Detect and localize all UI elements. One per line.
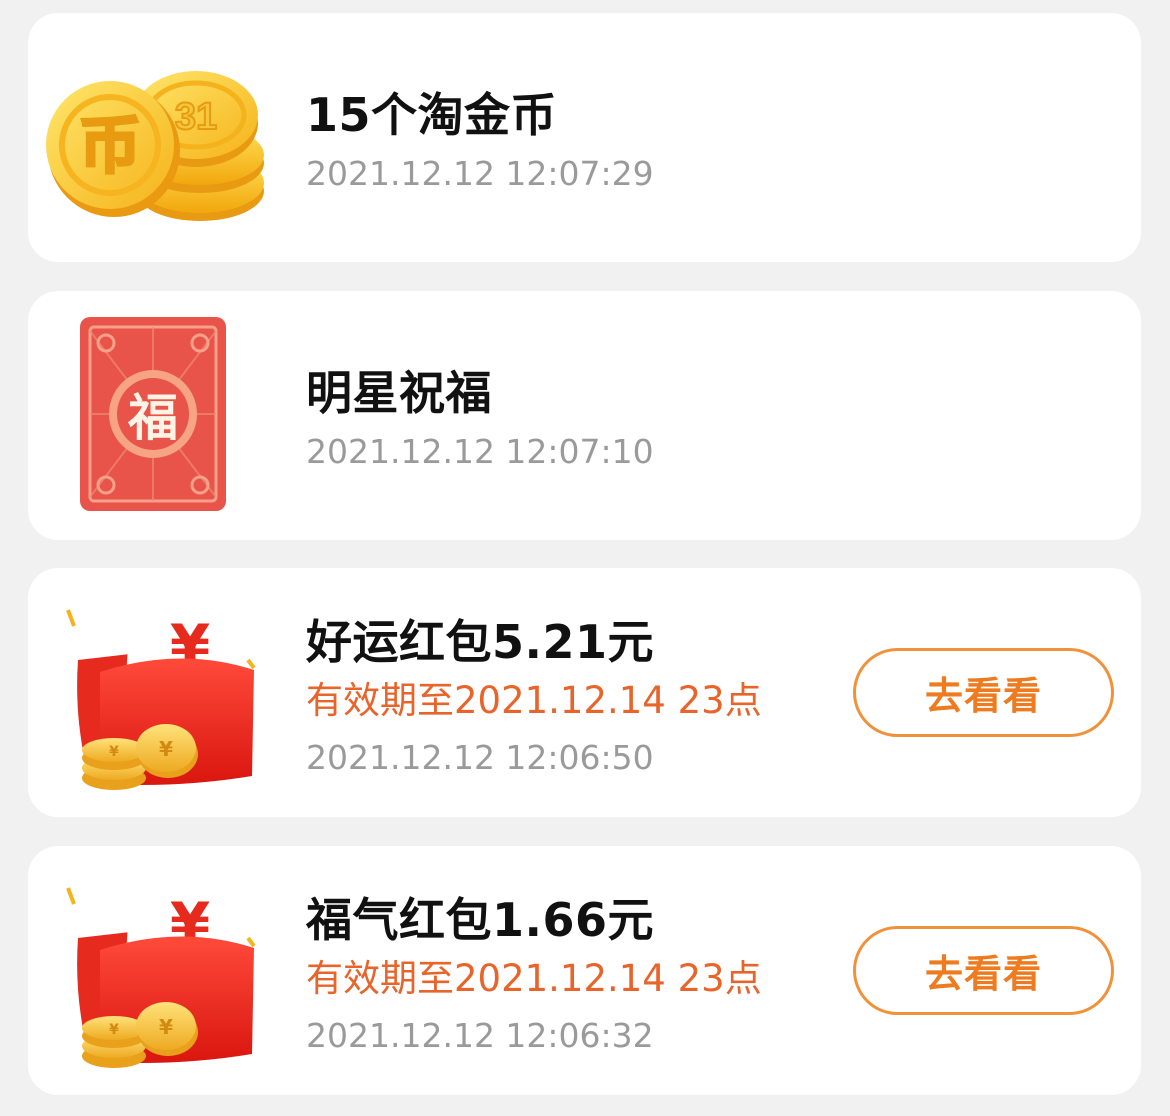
record-title: 15个淘金币 [306,88,558,142]
record-timestamp: 2021.12.12 12:07:29 [306,154,654,193]
record-timestamp: 2021.12.12 12:06:32 [306,1016,654,1055]
record-timestamp: 2021.12.12 12:07:10 [306,432,654,471]
svg-text:¥: ¥ [109,1022,119,1038]
blessing-card-icon: 福 [40,311,270,521]
record-card-star-blessing[interactable]: 福 明星祝福 2021.12.12 12:07:10 [28,291,1141,540]
svg-text:31: 31 [175,96,217,138]
record-title: 明星祝福 [306,366,492,420]
validity-text: 有效期至2021.12.14 23点 [306,957,762,1000]
svg-text:¥: ¥ [159,1015,173,1039]
svg-text:¥: ¥ [109,744,119,760]
validity-text: 有效期至2021.12.14 23点 [306,679,762,722]
record-title: 福气红包1.66元 [306,893,654,947]
view-button[interactable]: 去看看 [853,926,1114,1015]
red-envelope-icon: ¥ ¥ ¥ [40,866,270,1076]
record-card-lucky-red-envelope[interactable]: ¥ ¥ ¥ 好运红包5.21元 有效期至2021.12.14 23点 2021.… [28,568,1141,817]
record-title: 好运红包5.21元 [306,615,654,669]
svg-text:¥: ¥ [159,737,173,761]
record-card-gold-coins[interactable]: 31 币 15个淘金币 2021.12.12 12:07:29 [28,13,1141,262]
record-timestamp: 2021.12.12 12:06:50 [306,738,654,777]
red-envelope-icon: ¥ ¥ ¥ [40,588,270,798]
record-card-fortune-red-envelope[interactable]: ¥ ¥ ¥ 福气红包1.66元 有效期至2021.12.14 23点 2021.… [28,846,1141,1095]
view-button[interactable]: 去看看 [853,648,1114,737]
gold-coins-icon: 31 币 [40,33,270,243]
svg-text:币: 币 [79,109,141,182]
svg-text:福: 福 [127,389,178,447]
